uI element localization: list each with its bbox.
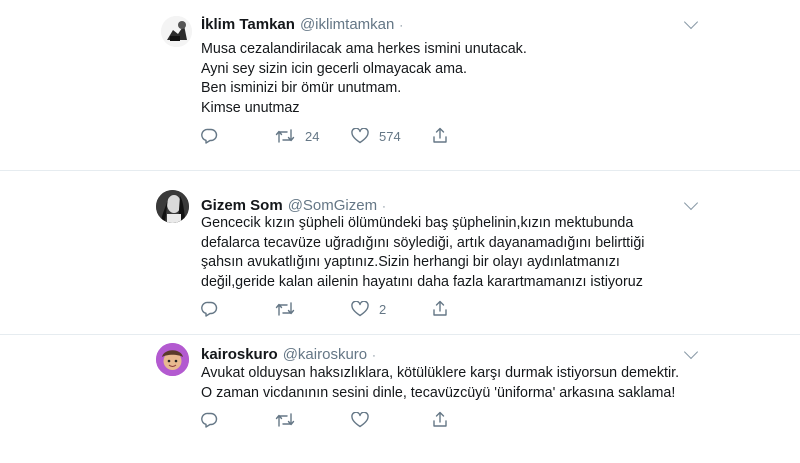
tweet-line: Musa cezalandirilacak ama herkes ismini … bbox=[201, 41, 527, 57]
share-button[interactable] bbox=[432, 411, 448, 428]
separator-dot: · bbox=[399, 20, 404, 32]
heart-icon bbox=[351, 412, 369, 428]
avatar[interactable] bbox=[156, 343, 189, 376]
heart-icon bbox=[351, 128, 369, 144]
share-icon bbox=[433, 300, 447, 316]
tweet-line: Ben isminizi bir ömür unutmam. bbox=[201, 80, 402, 96]
tweet-text: Avukat olduysan haksızlıklara, kötülükle… bbox=[201, 364, 679, 403]
tweet-line: Gencecik kızın şüpheli ölümündeki baş şü… bbox=[201, 215, 634, 231]
reply-icon bbox=[201, 128, 218, 144]
tweet-line: şahsın avukatlığını yaptınız.Sizin herha… bbox=[201, 254, 620, 270]
retweet-icon bbox=[275, 413, 295, 427]
user-handle[interactable]: @kairoskuro bbox=[283, 346, 367, 363]
retweet-icon bbox=[275, 129, 295, 143]
divider bbox=[0, 334, 800, 335]
reply-icon bbox=[201, 412, 218, 428]
reply-button[interactable] bbox=[201, 128, 218, 144]
tweet-2[interactable]: Gizem Som @SomGizem · Gencecik kızın şüp… bbox=[0, 180, 800, 330]
like-button[interactable] bbox=[351, 412, 379, 428]
tweet-line: Ayni sey sizin icin gecerli olmayacak am… bbox=[201, 60, 467, 77]
share-icon bbox=[433, 411, 447, 427]
tweet-line: Kimse unutmaz bbox=[201, 99, 300, 116]
retweet-button[interactable] bbox=[275, 301, 305, 317]
user-handle[interactable]: @iklimtamkan bbox=[300, 16, 394, 33]
tweet-line: defalarca tecavüze uğradığını söylediği,… bbox=[201, 234, 645, 251]
tweet-text: Musa cezalandirilacak ama herkes ismini … bbox=[201, 40, 527, 118]
separator-dot: · bbox=[382, 201, 386, 213]
like-count: 574 bbox=[379, 128, 401, 144]
user-handle[interactable]: @SomGizem bbox=[288, 197, 377, 214]
retweet-button[interactable] bbox=[275, 412, 305, 428]
tweet-1[interactable]: İklim Tamkan @iklimtamkan · Musa cezalan… bbox=[0, 0, 800, 160]
tweet-line: O zaman vicdanının sesini dinle, tecavüz… bbox=[201, 384, 676, 401]
share-icon bbox=[433, 127, 447, 143]
tweet-line: Avukat olduysan haksızlıklara, kötülükle… bbox=[201, 365, 680, 381]
retweet-button[interactable]: 24 bbox=[275, 128, 319, 144]
avatar[interactable] bbox=[161, 16, 192, 47]
chevron-down-icon[interactable] bbox=[683, 195, 699, 211]
like-button[interactable]: 574 bbox=[351, 128, 401, 144]
display-name[interactable]: kairoskuro bbox=[201, 346, 278, 363]
avatar[interactable] bbox=[156, 190, 189, 223]
like-count: 2 bbox=[379, 301, 387, 317]
reply-button[interactable] bbox=[201, 301, 218, 317]
chevron-down-icon[interactable] bbox=[683, 14, 699, 30]
display-name[interactable]: Gizem Som bbox=[201, 197, 283, 214]
tweet-text: Gencecik kızın şüpheli ölümündeki baş şü… bbox=[201, 214, 644, 292]
divider bbox=[0, 170, 800, 171]
tweet-3[interactable]: kairoskuro @kairoskuro · Avukat olduysan… bbox=[0, 338, 800, 463]
share-button[interactable] bbox=[432, 300, 448, 317]
retweet-count: 24 bbox=[305, 128, 320, 144]
reply-icon bbox=[201, 301, 218, 317]
retweet-icon bbox=[275, 302, 295, 316]
like-button[interactable]: 2 bbox=[351, 301, 386, 317]
heart-icon bbox=[351, 301, 369, 317]
tweet-line: değil,geride kalan ailenin hayatını daha… bbox=[201, 273, 643, 290]
share-button[interactable] bbox=[432, 127, 448, 144]
chevron-down-icon[interactable] bbox=[683, 344, 699, 360]
display-name[interactable]: İklim Tamkan bbox=[201, 16, 295, 33]
separator-dot: · bbox=[372, 350, 376, 362]
reply-button[interactable] bbox=[201, 412, 218, 428]
